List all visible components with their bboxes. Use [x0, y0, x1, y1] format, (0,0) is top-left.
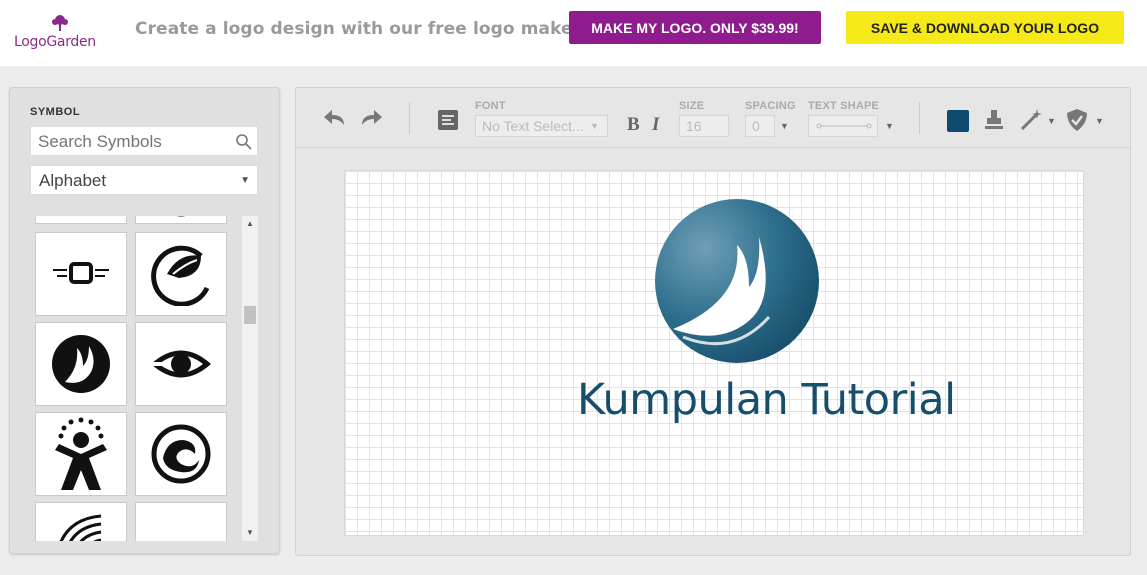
make-my-logo-button[interactable]: MAKE MY LOGO. ONLY $39.99!	[569, 11, 821, 44]
size-label: SIZE	[679, 100, 705, 112]
spacing-label: SPACING	[745, 100, 796, 112]
shield-icon[interactable]	[1066, 108, 1088, 132]
speed-box-icon	[53, 262, 109, 284]
editor-toolbar: FONT No Text Select... ▼ B I SIZE 16 SPA…	[296, 88, 1130, 148]
logo-text[interactable]: Kumpulan Tutorial	[577, 375, 956, 425]
logo-text: LogoGarden	[14, 34, 96, 50]
symbol-tile[interactable]	[135, 412, 227, 496]
spacing-chevron-icon[interactable]: ▼	[780, 121, 789, 131]
rainbow-arcs-icon	[59, 514, 102, 541]
text-shape-line-icon	[816, 123, 872, 129]
search-box[interactable]	[30, 126, 258, 156]
person-dots-icon	[55, 417, 107, 490]
text-align-icon[interactable]	[437, 109, 459, 131]
search-symbols-input[interactable]	[38, 132, 228, 152]
spacing-value: 0	[752, 118, 760, 134]
symbol-tile[interactable]	[135, 502, 227, 541]
tree-icon	[52, 15, 68, 31]
symbol-panel-title: SYMBOL	[30, 106, 81, 118]
size-value: 16	[686, 118, 702, 134]
toolbar-divider	[409, 102, 410, 134]
symbol-tile[interactable]	[35, 502, 127, 541]
symbol-tile[interactable]	[135, 232, 227, 316]
stamp-icon[interactable]	[984, 108, 1004, 132]
text-shape-label: TEXT SHAPE	[808, 100, 880, 112]
logo-symbol-icon[interactable]	[653, 197, 821, 365]
symbol-tile[interactable]	[35, 216, 127, 224]
scroll-up-icon[interactable]: ▲	[242, 216, 258, 232]
symbol-partial-icon	[176, 216, 186, 217]
symbol-tile[interactable]	[35, 412, 127, 496]
scroll-down-icon[interactable]: ▼	[242, 525, 258, 541]
symbol-tile[interactable]	[135, 322, 227, 406]
font-select[interactable]: No Text Select...	[475, 115, 608, 137]
category-select[interactable]: Alphabet ▼	[30, 165, 258, 195]
font-select-value: No Text Select...	[482, 118, 584, 134]
tagline: Create a logo design with our free logo …	[135, 19, 586, 39]
symbol-grid	[30, 216, 240, 541]
search-icon[interactable]	[235, 133, 253, 151]
logo-canvas[interactable]: Kumpulan Tutorial	[344, 170, 1084, 536]
flame-circle-icon	[52, 335, 110, 393]
font-chevron-icon: ▼	[590, 121, 599, 131]
symbol-scrollbar[interactable]: ▲ ▼	[242, 216, 258, 541]
scroll-thumb[interactable]	[244, 306, 256, 324]
save-download-button[interactable]: SAVE & DOWNLOAD YOUR LOGO	[846, 11, 1124, 44]
magic-chevron-icon[interactable]: ▼	[1047, 116, 1056, 126]
logogarden-logo[interactable]: LogoGarden	[14, 14, 96, 50]
infinity-icon	[149, 512, 213, 541]
size-input[interactable]: 16	[679, 115, 729, 137]
spacing-input[interactable]: 0	[745, 115, 775, 137]
symbol-tile[interactable]	[35, 232, 127, 316]
undo-icon[interactable]	[322, 108, 348, 128]
symbol-tile[interactable]	[35, 322, 127, 406]
symbol-tile[interactable]	[135, 216, 227, 224]
font-label: FONT	[475, 100, 506, 112]
bold-button[interactable]: B	[627, 114, 640, 136]
symbol-panel: SYMBOL Alphabet ▼	[9, 87, 280, 554]
eye-icon	[149, 350, 211, 378]
magic-wand-icon[interactable]	[1018, 107, 1044, 133]
text-shape-chevron-icon[interactable]: ▼	[885, 121, 894, 131]
header: LogoGarden Create a logo design with our…	[0, 0, 1147, 66]
category-select-value: Alphabet	[39, 171, 107, 190]
redo-icon[interactable]	[358, 108, 384, 128]
shield-chevron-icon[interactable]: ▼	[1095, 116, 1104, 126]
text-shape-select[interactable]	[808, 115, 878, 137]
swirl-circle-icon	[151, 424, 211, 484]
chevron-down-icon: ▼	[240, 175, 250, 186]
editor-panel: FONT No Text Select... ▼ B I SIZE 16 SPA…	[295, 87, 1131, 556]
italic-button[interactable]: I	[652, 114, 659, 136]
color-swatch[interactable]	[947, 110, 969, 132]
toolbar-divider	[919, 102, 920, 134]
leaf-circle-icon	[151, 245, 210, 306]
